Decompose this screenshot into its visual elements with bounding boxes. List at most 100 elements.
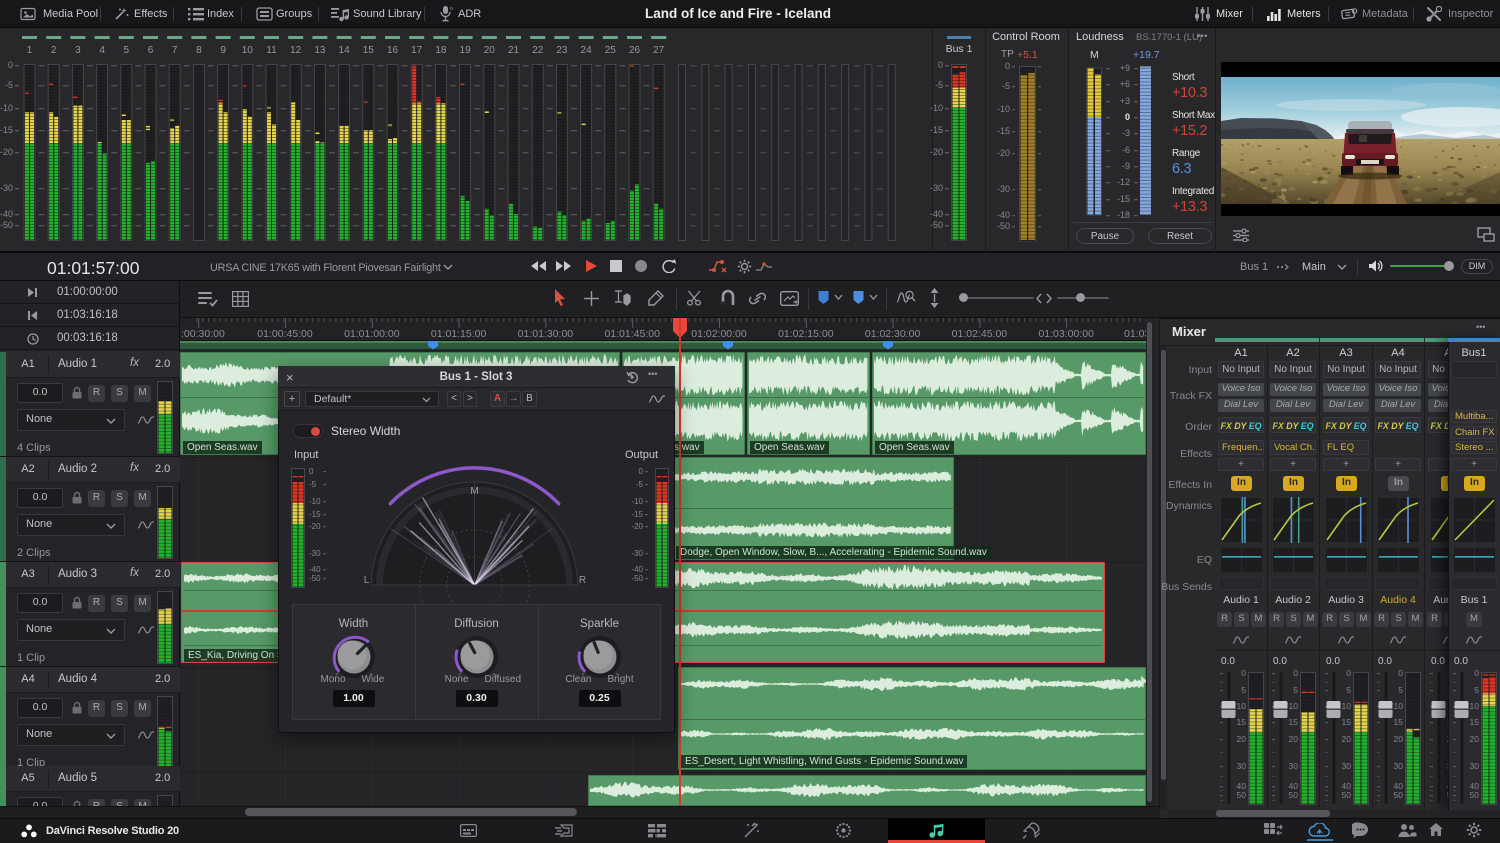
- svg-text:-30: -30: [0, 183, 13, 193]
- svg-text:+3: +3: [1120, 96, 1130, 106]
- svg-text:-50: -50: [997, 221, 1010, 231]
- svg-text:0: 0: [1474, 668, 1479, 678]
- svg-text:50: 50: [1342, 790, 1352, 800]
- svg-text:30: 30: [1394, 761, 1404, 771]
- svg-text:18: 18: [435, 45, 447, 56]
- svg-text:10: 10: [1470, 701, 1480, 711]
- svg-text:25: 25: [605, 45, 617, 56]
- svg-text:-30: -30: [997, 184, 1010, 194]
- svg-text:-15: -15: [0, 125, 13, 135]
- svg-text:5: 5: [1293, 685, 1298, 695]
- svg-text:10: 10: [1237, 701, 1247, 711]
- svg-text:20: 20: [1394, 734, 1404, 744]
- svg-text:16: 16: [387, 45, 399, 56]
- svg-text:-10: -10: [930, 103, 943, 113]
- svg-text:1: 1: [27, 45, 33, 56]
- svg-text:-15: -15: [930, 125, 943, 135]
- svg-text:14: 14: [339, 45, 351, 56]
- svg-text:15: 15: [1342, 717, 1352, 727]
- svg-text:0: 0: [1346, 668, 1351, 678]
- svg-text:-30: -30: [930, 183, 943, 193]
- svg-text:-40: -40: [997, 210, 1010, 220]
- svg-text:-15: -15: [997, 126, 1010, 136]
- svg-text:30: 30: [1289, 761, 1299, 771]
- svg-text:10: 10: [1394, 701, 1404, 711]
- svg-text:6: 6: [148, 45, 154, 56]
- svg-text:-40: -40: [0, 209, 13, 219]
- svg-text:13: 13: [314, 45, 326, 56]
- svg-text:-5: -5: [5, 80, 13, 90]
- svg-text:0: 0: [8, 60, 13, 70]
- svg-text:L: L: [364, 575, 370, 586]
- svg-text:R: R: [579, 575, 586, 586]
- svg-text:26: 26: [629, 45, 641, 56]
- svg-text:-40: -40: [930, 209, 943, 219]
- svg-text:-50: -50: [930, 220, 943, 230]
- svg-text:50: 50: [1394, 790, 1404, 800]
- svg-text:30: 30: [1237, 761, 1247, 771]
- svg-text:-20: -20: [930, 147, 943, 157]
- svg-text:19: 19: [460, 45, 472, 56]
- svg-text:21: 21: [508, 45, 520, 56]
- svg-text:0: 0: [938, 60, 943, 70]
- svg-text:-10: -10: [997, 104, 1010, 114]
- svg-text:10: 10: [242, 45, 254, 56]
- svg-text:-5: -5: [935, 80, 943, 90]
- svg-text:-20: -20: [997, 148, 1010, 158]
- svg-text:Bus 1: Bus 1: [946, 43, 973, 55]
- svg-text:-9: -9: [1122, 161, 1130, 171]
- svg-text:50: 50: [1289, 790, 1299, 800]
- svg-text:4: 4: [99, 45, 105, 56]
- svg-text:-50: -50: [0, 220, 13, 230]
- svg-text:24: 24: [581, 45, 593, 56]
- svg-text:-10: -10: [0, 103, 13, 113]
- svg-text:15: 15: [1394, 717, 1404, 727]
- svg-text:+6: +6: [1120, 79, 1130, 89]
- svg-text:15: 15: [1289, 717, 1299, 727]
- svg-text:15: 15: [1470, 717, 1480, 727]
- svg-text:8: 8: [196, 45, 202, 56]
- svg-text:12: 12: [290, 45, 302, 56]
- svg-text:30: 30: [1342, 761, 1352, 771]
- svg-text:3: 3: [75, 45, 81, 56]
- svg-text:50: 50: [1470, 790, 1480, 800]
- svg-text:20: 20: [484, 45, 496, 56]
- svg-text:9: 9: [220, 45, 226, 56]
- svg-text:20: 20: [1237, 734, 1247, 744]
- svg-text:23: 23: [556, 45, 568, 56]
- svg-text:0: 0: [1005, 61, 1010, 71]
- svg-text:15: 15: [1237, 717, 1247, 727]
- svg-text:-5: -5: [1002, 81, 1010, 91]
- svg-text:5: 5: [1474, 685, 1479, 695]
- svg-text:0: 0: [1293, 668, 1298, 678]
- svg-text:-18: -18: [1117, 210, 1130, 220]
- svg-text:5: 5: [1241, 685, 1246, 695]
- svg-text:5: 5: [1398, 685, 1403, 695]
- svg-text:0: 0: [1125, 112, 1130, 122]
- svg-text:M: M: [470, 486, 478, 497]
- svg-text:-15: -15: [1117, 194, 1130, 204]
- svg-text:-12: -12: [1117, 177, 1130, 187]
- svg-text:5: 5: [1346, 685, 1351, 695]
- svg-text:0: 0: [1241, 668, 1246, 678]
- svg-text:-3: -3: [1122, 128, 1130, 138]
- svg-text:15: 15: [363, 45, 375, 56]
- svg-text:10: 10: [1289, 701, 1299, 711]
- svg-text:11: 11: [266, 45, 277, 56]
- svg-text:7: 7: [172, 45, 178, 56]
- svg-text:-20: -20: [0, 147, 13, 157]
- svg-text:50: 50: [1237, 790, 1247, 800]
- svg-text:17: 17: [411, 45, 423, 56]
- svg-text:10: 10: [1342, 701, 1352, 711]
- svg-text:20: 20: [1470, 734, 1480, 744]
- svg-text:30: 30: [1470, 761, 1480, 771]
- svg-text:20: 20: [1289, 734, 1299, 744]
- svg-text:27: 27: [653, 45, 665, 56]
- svg-text:+9: +9: [1120, 63, 1130, 73]
- svg-text:22: 22: [532, 45, 544, 56]
- svg-text:0: 0: [1398, 668, 1403, 678]
- svg-text:20: 20: [1342, 734, 1352, 744]
- svg-text:-6: -6: [1122, 145, 1130, 155]
- svg-text:5: 5: [124, 45, 130, 56]
- svg-text:2: 2: [51, 45, 57, 56]
